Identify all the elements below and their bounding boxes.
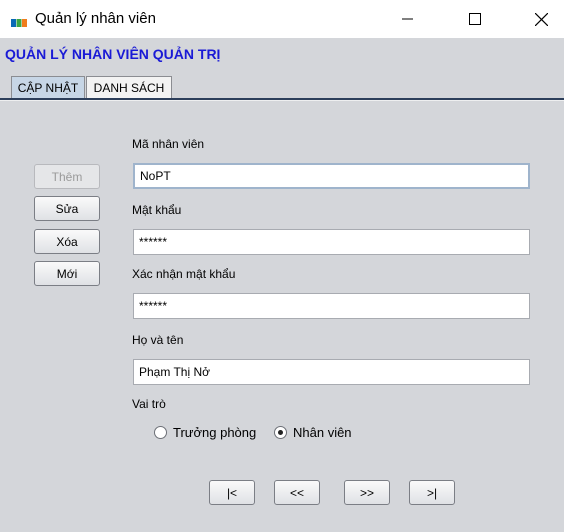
employee-id-field[interactable]: NoPT [133,163,530,189]
edit-button[interactable]: Sửa [34,196,100,221]
main-panel: QUẢN LÝ NHÂN VIÊN QUẢN TRỊ CẬP NHẬT DANH… [0,38,564,532]
minimize-icon [402,18,413,20]
add-button[interactable]: Thêm [34,164,100,189]
full-name-field[interactable]: Phạm Thị Nở [133,359,530,385]
full-name-label: Họ và tên [132,333,184,347]
title-bar: Quản lý nhân viên [0,0,564,38]
role-option-employee-label: Nhân viên [293,425,352,440]
last-record-button[interactable]: >| [409,480,455,505]
tab-divider-highlight [0,100,564,101]
password-field[interactable]: ****** [133,229,530,255]
next-record-button[interactable]: >> [344,480,390,505]
confirm-password-field[interactable]: ****** [133,293,530,319]
page-title: QUẢN LÝ NHÂN VIÊN QUẢN TRỊ [5,46,221,62]
tab-update[interactable]: CẬP NHẬT [11,76,85,98]
first-record-button[interactable]: |< [209,480,255,505]
delete-button[interactable]: Xóa [34,229,100,254]
radio-checked-icon[interactable] [274,426,287,439]
tab-list[interactable]: DANH SÁCH [86,76,172,98]
role-option-employee[interactable]: Nhân viên [274,425,352,440]
password-label: Mật khẩu [132,203,182,217]
close-button[interactable] [518,0,564,38]
role-option-manager-label: Trưởng phòng [173,425,257,440]
previous-record-button[interactable]: << [274,480,320,505]
radio-unchecked-icon[interactable] [154,426,167,439]
close-icon [534,12,548,26]
window-title: Quản lý nhân viên [35,10,156,27]
role-option-manager[interactable]: Trưởng phòng [154,425,256,440]
employee-id-label: Mã nhân viên [132,137,205,151]
maximize-icon [469,13,481,25]
minimize-button[interactable] [385,0,431,38]
role-label: Vai trò [132,397,166,411]
maximize-button[interactable] [452,0,498,38]
new-button[interactable]: Mới [34,261,100,286]
fpt-logo-icon [11,13,27,27]
confirm-password-label: Xác nhận mật khẩu [132,267,236,281]
